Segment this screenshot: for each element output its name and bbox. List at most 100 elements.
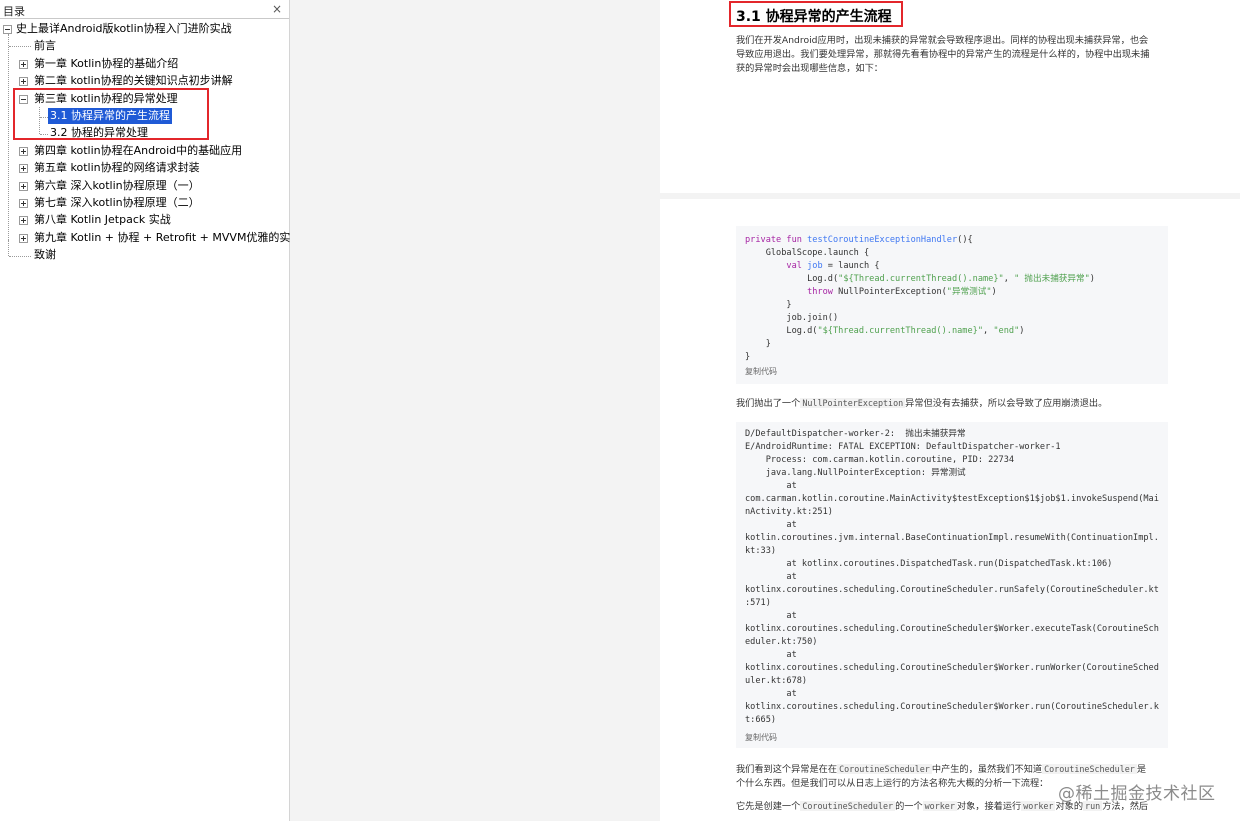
code-text: Log.d( <box>745 274 839 284</box>
code-text: (){ <box>957 235 973 245</box>
code-block-1: private fun testCoroutineExceptionHandle… <box>736 226 1168 384</box>
inline-code: worker <box>922 801 957 811</box>
code-line: } <box>745 300 792 310</box>
code-line: kotlinx.coroutines.scheduling.CoroutineS… <box>745 663 1159 673</box>
toc-label: 第四章 kotlin协程在Android中的基础应用 <box>34 144 243 157</box>
watermark: @稀土掘金技术社区 <box>1058 784 1216 804</box>
toc-label: 第八章 Kotlin Jetpack 实战 <box>34 213 171 226</box>
copy-code-button[interactable]: 复制代码 <box>745 366 777 377</box>
expand-icon[interactable] <box>19 182 28 191</box>
intro-line: 导致应用退出。我们要处理异常，那就得先看看协程中的异常产生的流程是什么样的，协程… <box>736 49 1150 60</box>
intro-line: 我们在开发Android应用时，出现未捕获的异常就会导致程序退出。同样的协程出现… <box>736 35 1149 46</box>
toc-item-thanks[interactable]: 致谢 <box>0 247 290 263</box>
expand-icon[interactable] <box>19 77 28 86</box>
code-block-2: 复制代码 D/DefaultDispatcher-worker-2: 抛出未捕获… <box>736 422 1168 748</box>
code-line: uler.kt:678) <box>745 676 808 686</box>
inline-code: CoroutineScheduler <box>1042 764 1137 774</box>
code-string: "${Thread.currentThread().name}" <box>817 326 984 336</box>
code-line: GlobalScope.launch { <box>745 248 870 258</box>
expand-icon[interactable] <box>19 216 28 225</box>
code-line: kotlinx.coroutines.scheduling.CoroutineS… <box>745 624 1159 634</box>
toc-titlebar: 目录 × <box>0 0 289 19</box>
code-keyword: throw <box>745 287 839 297</box>
toc-item-root[interactable]: 史上最详Android版kotlin协程入门进阶实战 <box>0 21 290 37</box>
expand-icon[interactable] <box>19 164 28 173</box>
code-line: at <box>745 572 797 582</box>
code-line: D/DefaultDispatcher-worker-2: 抛出未捕获异常 <box>745 429 966 439</box>
code-text: ) <box>1019 326 1025 336</box>
code-text: , <box>983 326 994 336</box>
toc-label: 第九章 Kotlin + 协程 + Retrofit + MVVM优雅的实现网络… <box>34 231 290 244</box>
toc-item-chapter-8[interactable]: 第八章 Kotlin Jetpack 实战 <box>0 212 290 228</box>
expand-icon[interactable] <box>19 147 28 156</box>
code-line: kotlinx.coroutines.scheduling.CoroutineS… <box>745 702 1159 712</box>
paragraph-2: 我们抛出了一个 NullPointerException 异常但没有去捕获，所以会导… <box>736 396 1166 411</box>
close-icon[interactable]: × <box>272 2 282 16</box>
code-line: com.carman.kotlin.coroutine.MainActivity… <box>745 494 1159 504</box>
toc-item-chapter-2[interactable]: 第二章 kotlin协程的关键知识点初步讲解 <box>0 73 290 89</box>
code-line: at <box>745 689 797 699</box>
toc-label: 第一章 Kotlin协程的基础介绍 <box>34 57 179 70</box>
section-heading: 3.1 协程异常的产生流程 <box>729 1 903 27</box>
toc-label: 第七章 深入kotlin协程原理（二） <box>34 196 200 209</box>
code-text: , <box>1003 274 1015 284</box>
code-line: at kotlinx.coroutines.DispatchedTask.run… <box>745 559 1113 569</box>
code-function: job <box>807 261 823 271</box>
code-line: Log.d("${Thread.currentThread().name}", … <box>745 325 1024 338</box>
text: 我们看到这个异常是在在 <box>736 764 838 775</box>
code-line: kt:33) <box>745 546 777 556</box>
code-line: throw NullPointerException("异常测试") <box>745 286 997 299</box>
code-line: } <box>745 352 751 362</box>
code-line: Log.d("${Thread.currentThread().name}", … <box>745 273 1095 286</box>
text: 是 <box>1136 764 1147 775</box>
code-line: Process: com.carman.kotlin.coroutine, PI… <box>745 455 1015 465</box>
inline-code: worker <box>1021 801 1056 811</box>
page-1 <box>660 0 1240 193</box>
collapse-icon[interactable] <box>3 25 12 34</box>
text: 我们抛出了一个 <box>736 398 801 409</box>
toc-label: 史上最详Android版kotlin协程入门进阶实战 <box>16 22 232 35</box>
code-line: private fun testCoroutineExceptionHandle… <box>745 234 973 247</box>
expand-icon[interactable] <box>19 60 28 69</box>
toc-label: 第五章 kotlin协程的网络请求封装 <box>34 161 200 174</box>
intro-line: 获的异常时会出现哪些信息，如下： <box>736 63 883 74</box>
code-line: nActivity.kt:251) <box>745 507 833 517</box>
inline-code: CoroutineScheduler <box>800 801 896 811</box>
toc-label: 第六章 深入kotlin协程原理（一） <box>34 179 200 192</box>
text: 的一个 <box>895 801 923 812</box>
code-line: kotlinx.coroutines.scheduling.CoroutineS… <box>745 585 1159 595</box>
code-line: at <box>745 520 797 530</box>
code-line: val job = launch { <box>745 260 880 273</box>
inline-code: NullPointerException <box>800 398 906 408</box>
code-line: :571) <box>745 598 771 608</box>
copy-code-button[interactable]: 复制代码 <box>745 732 777 743</box>
code-text: ) <box>991 287 997 297</box>
text: 对象，接着运行 <box>956 801 1022 812</box>
toc-item-chapter-5[interactable]: 第五章 kotlin协程的网络请求封装 <box>0 160 290 176</box>
toc-item-chapter-9[interactable]: 第九章 Kotlin + 协程 + Retrofit + MVVM优雅的实现网络… <box>0 230 290 246</box>
code-string: " 抛出未捕获异常" <box>1014 274 1090 284</box>
code-keyword: private fun <box>745 235 808 245</box>
code-line: } <box>745 339 771 349</box>
toc-item-chapter-7[interactable]: 第七章 深入kotlin协程原理（二） <box>0 195 290 211</box>
toc-item-preface[interactable]: 前言 <box>0 38 290 54</box>
toc-item-chapter-4[interactable]: 第四章 kotlin协程在Android中的基础应用 <box>0 143 290 159</box>
code-text: = launch { <box>822 261 880 271</box>
code-function: testCoroutineExceptionHandler <box>807 235 958 245</box>
code-string: "${Thread.currentThread().name}" <box>838 274 1004 284</box>
toc-item-chapter-1[interactable]: 第一章 Kotlin协程的基础介绍 <box>0 56 290 72</box>
inline-code: CoroutineScheduler <box>837 764 932 774</box>
code-keyword: val <box>745 261 808 271</box>
code-text: Log.d( <box>745 326 818 336</box>
code-text: ) <box>1089 274 1095 284</box>
code-line: E/AndroidRuntime: FATAL EXCEPTION: Defau… <box>745 442 1061 452</box>
expand-icon[interactable] <box>19 234 28 243</box>
code-line: java.lang.NullPointerException: 异常测试 <box>745 468 966 478</box>
expand-icon[interactable] <box>19 199 28 208</box>
toc-panel: 目录 × 史上最详Android版kotlin协程入门进阶实战 前言 第一章 K… <box>0 0 290 821</box>
toc-label: 致谢 <box>34 248 56 261</box>
toc-label: 前言 <box>34 39 56 52</box>
intro-paragraph: 我们在开发Android应用时，出现未捕获的异常就会导致程序退出。同样的协程出现… <box>736 34 1166 76</box>
code-line: at <box>745 611 797 621</box>
toc-item-chapter-6[interactable]: 第六章 深入kotlin协程原理（一） <box>0 178 290 194</box>
